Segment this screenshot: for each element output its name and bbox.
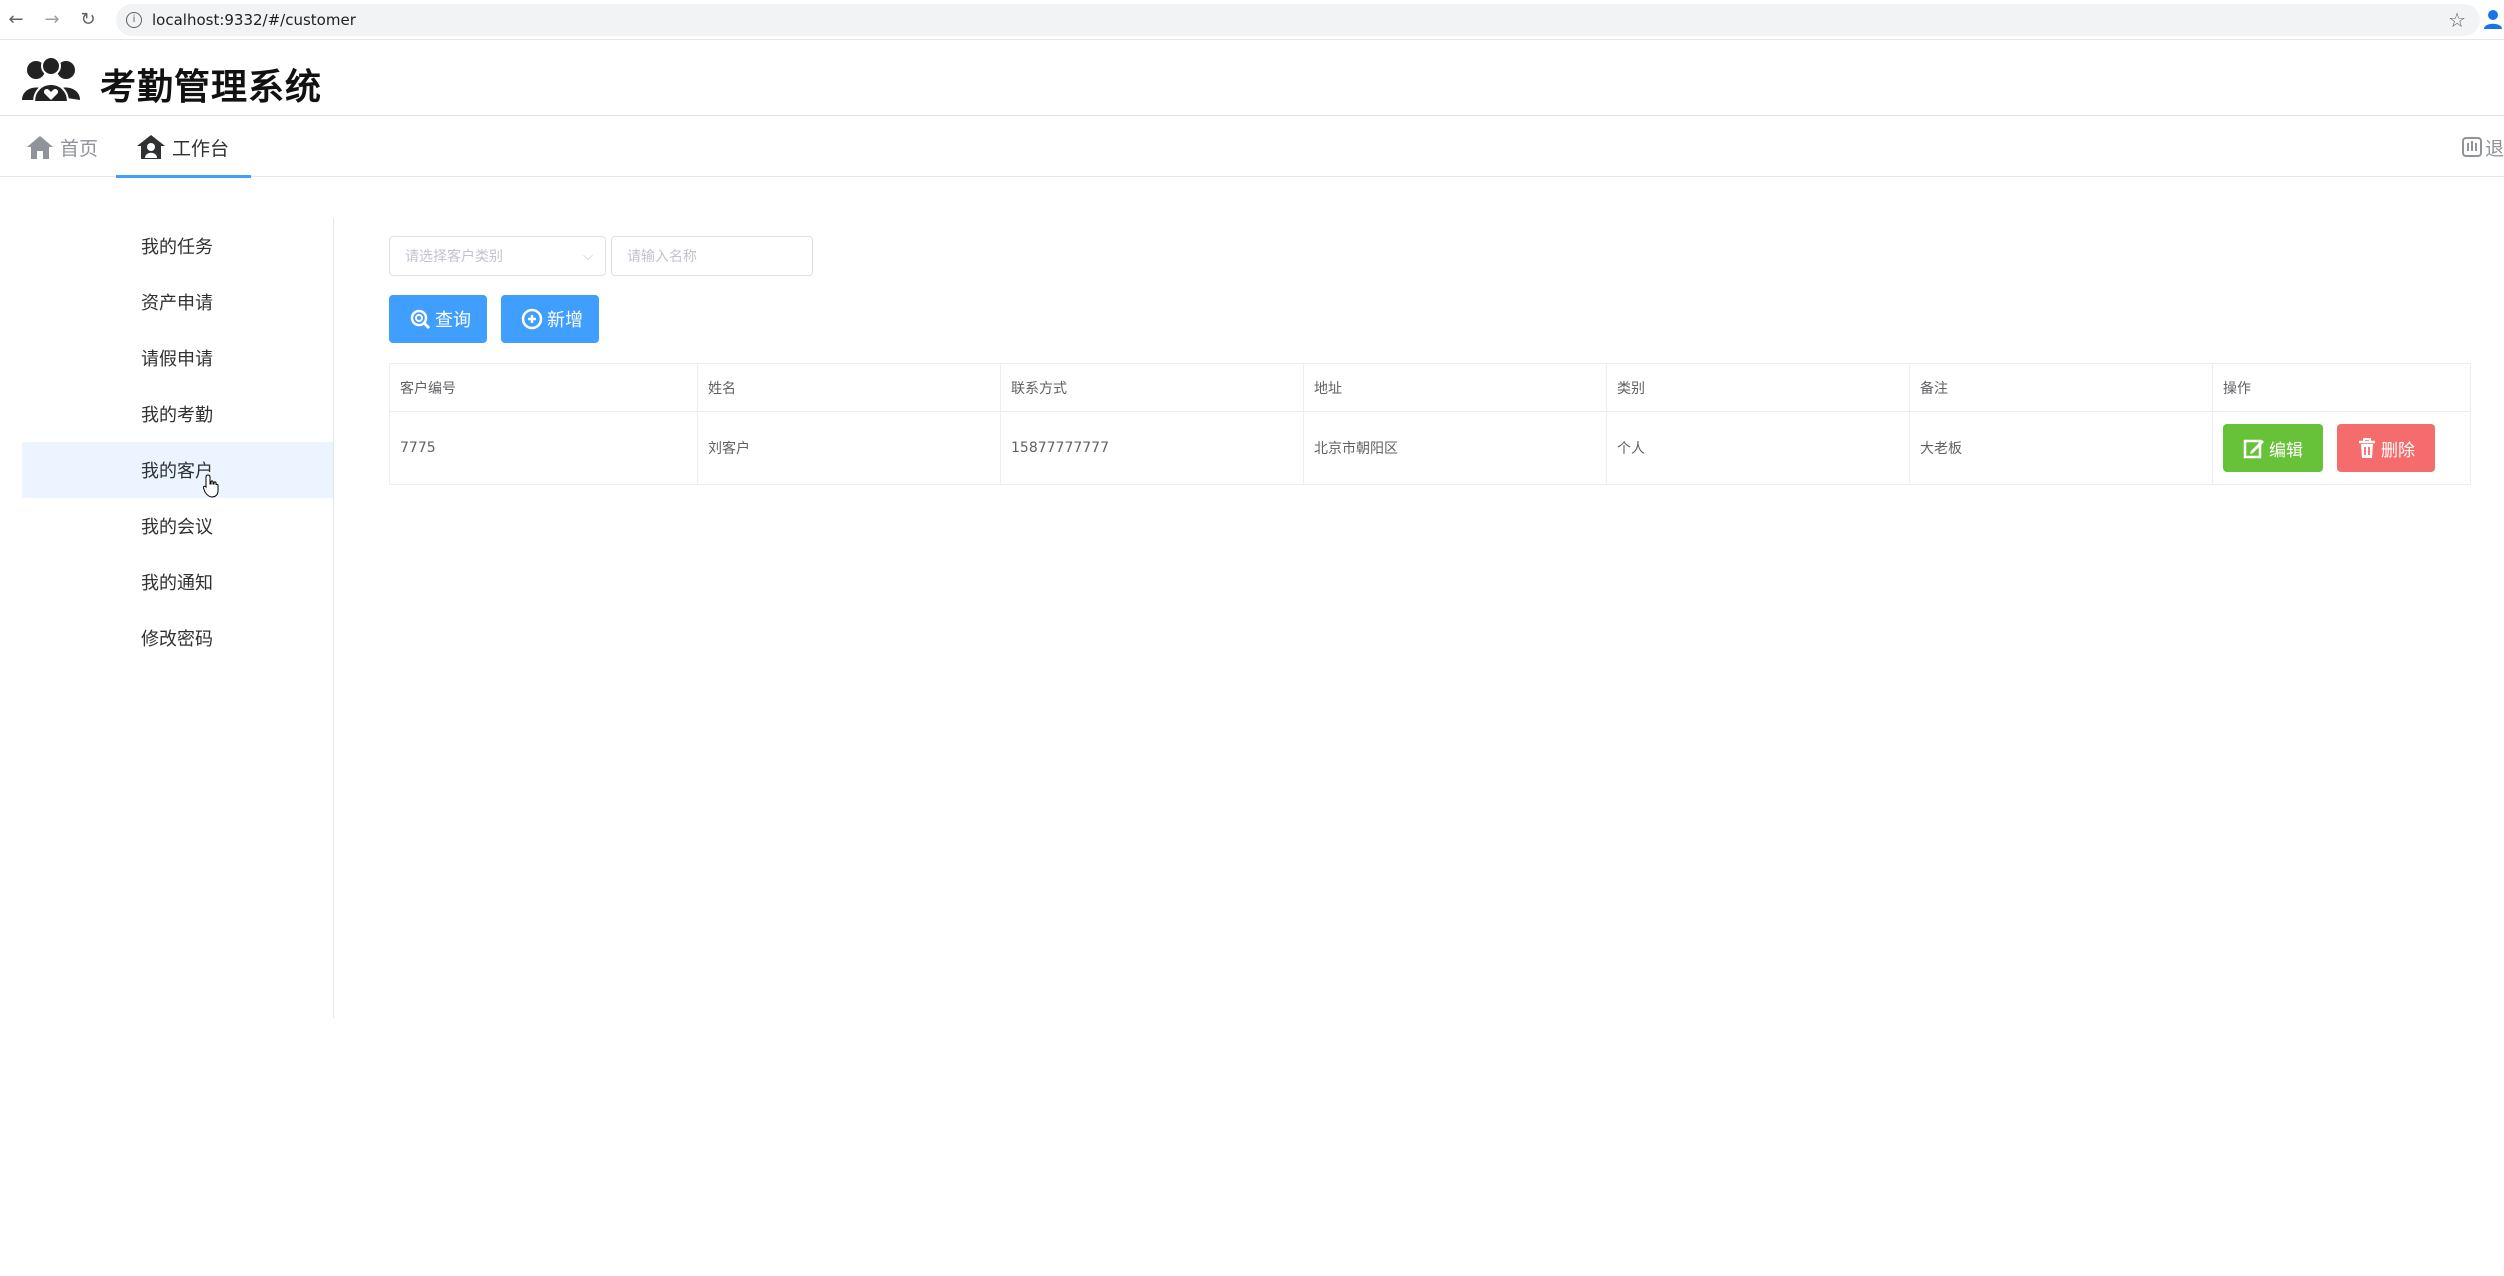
name-placeholder: 请输入名称 — [627, 249, 697, 265]
browser-toolbar: ← → ↻ i localhost:9332/#/customer ☆ — [0, 0, 2504, 40]
top-navigation: 首页 工作台 退 — [0, 117, 2504, 178]
sidebar-item-label: 修改密码 — [141, 629, 213, 650]
trash-icon — [2359, 438, 2375, 458]
bookmark-star-icon[interactable]: ☆ — [2448, 8, 2466, 32]
sidebar-item-my-customers[interactable]: 我的客户 — [22, 442, 333, 498]
app-header: 考勤管理系统 — [0, 40, 2504, 116]
name-search-input[interactable]: 请输入名称 — [611, 236, 813, 276]
filter-bar: 请选择客户类别 ⌵ 请输入名称 — [389, 236, 813, 276]
col-note: 备注 — [1909, 363, 2213, 412]
sidebar-item-label: 我的通知 — [141, 573, 213, 594]
address-bar[interactable]: i localhost:9332/#/customer ☆ — [116, 4, 2480, 36]
cell-address: 北京市朝阳区 — [1303, 411, 1607, 485]
sidebar-item-my-meetings[interactable]: 我的会议 — [22, 498, 333, 554]
action-bar: 查询 新增 — [389, 295, 599, 343]
col-contact: 联系方式 — [1000, 363, 1304, 412]
reload-icon[interactable]: ↻ — [76, 8, 100, 32]
sidebar-item-label: 我的任务 — [141, 237, 213, 258]
hand-icon — [2461, 137, 2482, 157]
col-category: 类别 — [1606, 363, 1910, 412]
logout-button[interactable]: 退 — [2461, 117, 2504, 177]
edit-label: 编辑 — [2269, 440, 2303, 461]
tab-home-label: 首页 — [60, 137, 99, 160]
customer-table: 客户编号 姓名 联系方式 地址 类别 备注 操作 7775 刘客户 158777… — [389, 363, 2471, 485]
logout-label: 退 — [2484, 137, 2504, 160]
sidebar-item-label: 我的考勤 — [141, 405, 213, 426]
delete-button[interactable]: 删除 — [2337, 424, 2435, 472]
add-label: 新增 — [547, 310, 583, 331]
col-address: 地址 — [1303, 363, 1607, 412]
query-button[interactable]: 查询 — [389, 295, 487, 343]
cell-note: 大老板 — [1909, 411, 2213, 485]
col-customer-id: 客户编号 — [389, 363, 698, 412]
site-info-icon[interactable]: i — [126, 12, 142, 28]
cell-name: 刘客户 — [697, 411, 1001, 485]
category-placeholder: 请选择客户类别 — [405, 249, 503, 265]
sidebar-item-asset-request[interactable]: 资产申请 — [22, 274, 333, 330]
sidebar-menu: 我的任务 资产申请 请假申请 我的考勤 我的客户 我的会议 我的通知 修改密码 — [22, 218, 334, 1018]
customer-category-select[interactable]: 请选择客户类别 ⌵ — [389, 236, 606, 276]
sidebar-item-leave-request[interactable]: 请假申请 — [22, 330, 333, 386]
table-header-row: 客户编号 姓名 联系方式 地址 类别 备注 操作 — [389, 363, 2471, 412]
sidebar-item-my-attendance[interactable]: 我的考勤 — [22, 386, 333, 442]
sidebar-item-my-tasks[interactable]: 我的任务 — [22, 218, 333, 274]
back-arrow-icon[interactable]: ← — [4, 8, 28, 32]
compass-plus-icon — [521, 308, 543, 330]
home-icon — [27, 136, 53, 159]
app-title: 考勤管理系统 — [100, 67, 323, 108]
hand-cursor-icon — [203, 474, 219, 498]
add-button[interactable]: 新增 — [501, 295, 599, 343]
cell-customer-id: 7775 — [389, 411, 698, 485]
cell-operations: 编辑 删除 — [2212, 411, 2471, 485]
search-icon — [410, 309, 431, 330]
tab-workbench[interactable]: 工作台 — [115, 117, 252, 178]
edit-icon — [2243, 439, 2264, 459]
sidebar-item-label: 我的会议 — [141, 517, 213, 538]
sidebar-item-my-notices[interactable]: 我的通知 — [22, 554, 333, 610]
edit-button[interactable]: 编辑 — [2223, 424, 2323, 472]
query-label: 查询 — [435, 310, 471, 331]
workbench-icon — [137, 135, 165, 159]
cell-category: 个人 — [1606, 411, 1910, 485]
users-logo-icon — [22, 56, 80, 103]
cell-phone: 15877777777 — [1000, 411, 1304, 485]
tab-home[interactable]: 首页 — [22, 117, 102, 177]
sidebar-item-label: 资产申请 — [141, 293, 213, 314]
forward-arrow-icon[interactable]: → — [40, 8, 64, 32]
chevron-down-icon: ⌵ — [583, 249, 593, 264]
profile-icon[interactable] — [2482, 8, 2504, 32]
sidebar-item-change-password[interactable]: 修改密码 — [22, 610, 333, 666]
col-operations: 操作 — [2212, 363, 2471, 412]
delete-label: 删除 — [2381, 440, 2415, 461]
url-text[interactable]: localhost:9332/#/customer — [152, 11, 356, 29]
sidebar-item-label: 请假申请 — [141, 349, 213, 370]
col-name: 姓名 — [697, 363, 1001, 412]
tab-workbench-label: 工作台 — [172, 137, 230, 160]
table-row: 7775 刘客户 15877777777 北京市朝阳区 个人 大老板 编辑 删除 — [389, 411, 2471, 485]
